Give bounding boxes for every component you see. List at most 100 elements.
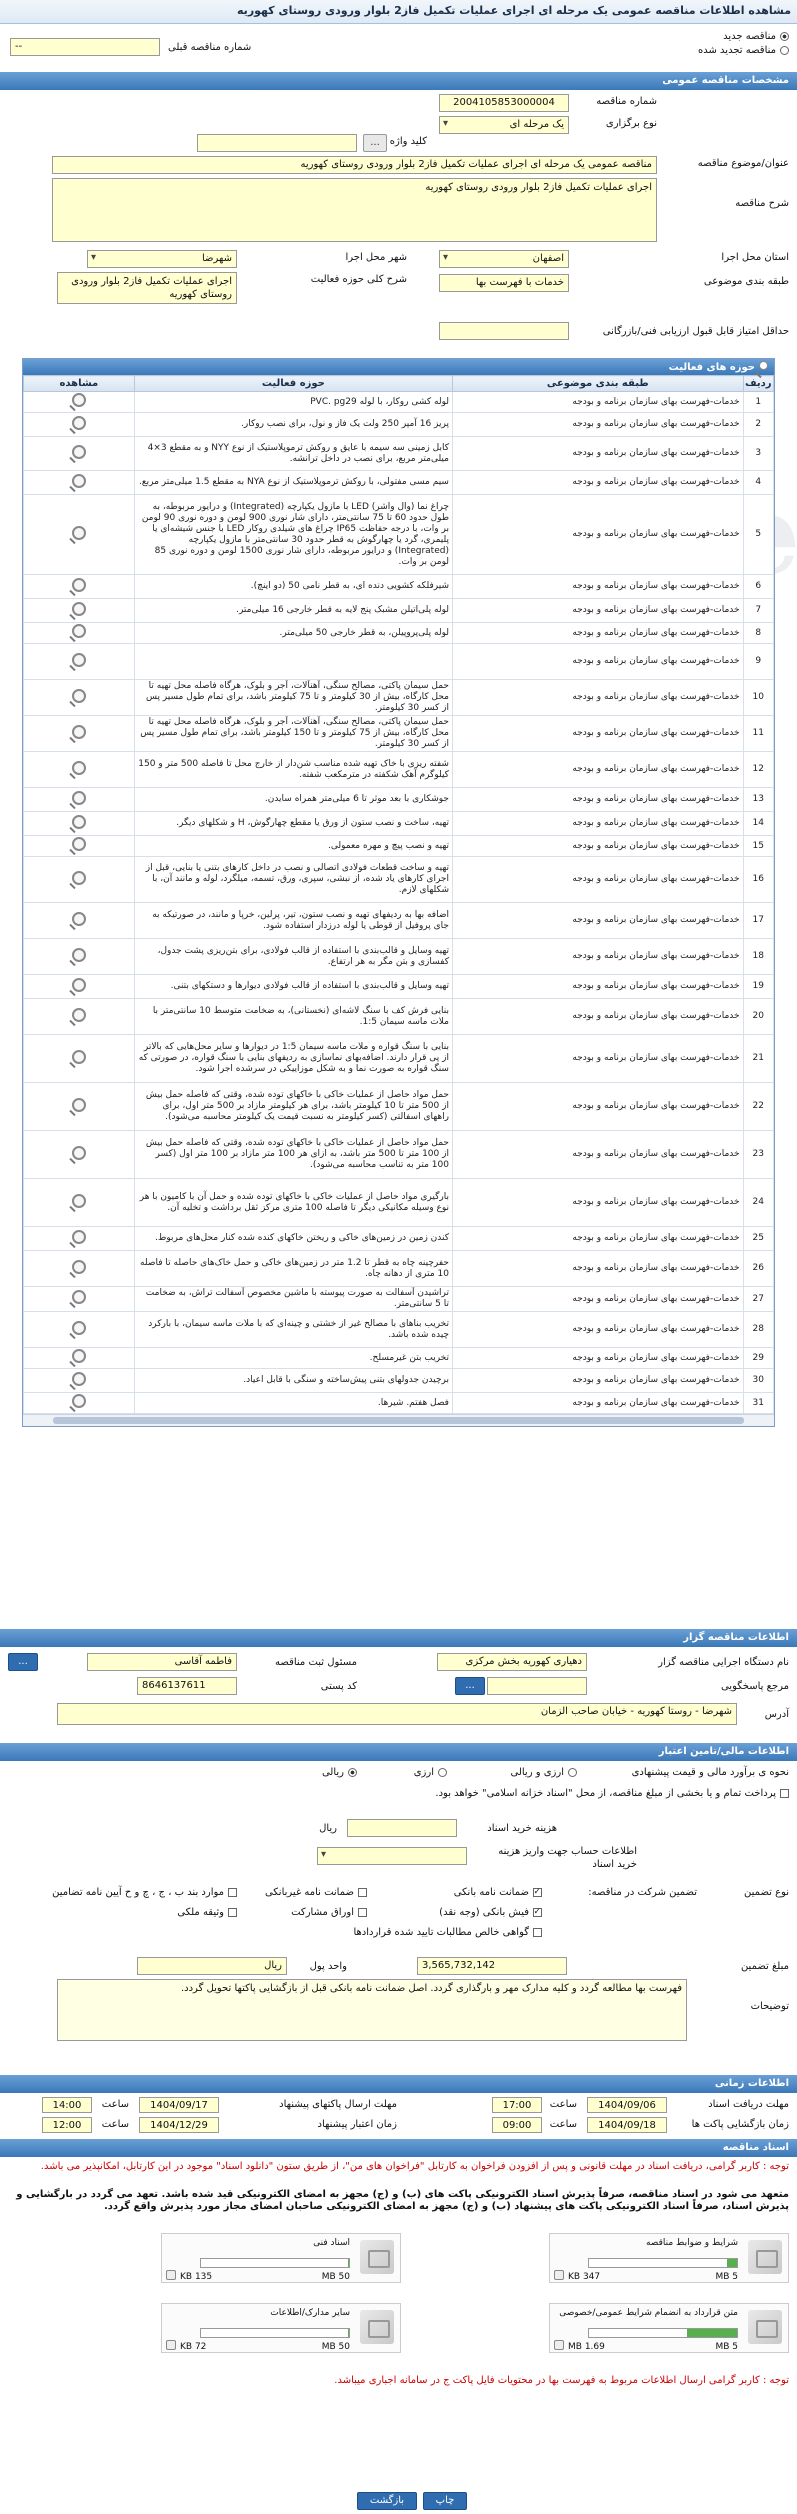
row-view[interactable] <box>23 1082 135 1131</box>
view-icon[interactable] <box>71 688 86 703</box>
view-icon[interactable] <box>71 652 86 667</box>
radio-icon[interactable] <box>348 1767 357 1777</box>
currency-field[interactable]: ریال <box>137 1957 287 1975</box>
guar-opt-7[interactable]: گواهی خالص مطالبات تایید شده قراردادها <box>353 1927 542 1938</box>
responsible-field[interactable]: فاطمه آقاسی <box>87 1653 237 1671</box>
row-view[interactable] <box>23 470 135 495</box>
row-view[interactable] <box>23 643 135 680</box>
checkbox-icon[interactable] <box>780 1788 789 1798</box>
view-icon[interactable] <box>71 790 86 805</box>
view-icon[interactable] <box>71 870 86 885</box>
valid-time-field[interactable]: 12:00 <box>42 2117 92 2133</box>
row-view[interactable] <box>23 751 135 788</box>
send-time-field[interactable]: 14:00 <box>42 2097 92 2113</box>
row-view[interactable] <box>23 1392 135 1414</box>
collapse-icon[interactable] <box>759 361 768 370</box>
row-view[interactable] <box>23 679 135 716</box>
view-icon[interactable] <box>71 1259 86 1274</box>
guar-opt-6[interactable]: وثیقه ملکی <box>177 1907 237 1918</box>
view-icon[interactable] <box>71 601 86 616</box>
org-name-field[interactable]: دهیاری کهوریه بخش مرکزی <box>437 1653 587 1671</box>
row-view[interactable] <box>23 835 135 857</box>
valid-date-field[interactable]: 1404/12/29 <box>139 2117 219 2133</box>
view-icon[interactable] <box>71 1371 86 1386</box>
row-view[interactable] <box>23 622 135 644</box>
responsible-more-button[interactable]: ... <box>8 1653 38 1671</box>
radio-icon[interactable] <box>438 1767 447 1777</box>
estimate-opt-2[interactable]: ارزی <box>414 1767 447 1778</box>
row-view[interactable] <box>23 1226 135 1251</box>
row-view[interactable] <box>23 715 135 752</box>
view-icon[interactable] <box>71 837 86 851</box>
recv-date-field[interactable]: 1404/09/06 <box>587 2097 667 2113</box>
scope-field[interactable]: اجرای عملیات تکمیل فاز2 بلوار ورودی روست… <box>57 272 237 304</box>
view-icon[interactable] <box>71 473 86 488</box>
row-view[interactable] <box>23 574 135 599</box>
prev-tender-select[interactable]: -- <box>10 38 160 56</box>
row-view[interactable] <box>23 938 135 975</box>
view-icon[interactable] <box>71 1229 86 1244</box>
treasury-option[interactable]: پرداخت تمام و یا بخشی از مبلغ مناقصه، از… <box>19 1787 789 1800</box>
type-select[interactable]: یک مرحله ای <box>439 116 569 134</box>
row-view[interactable] <box>23 1286 135 1312</box>
document-icon[interactable] <box>360 2310 394 2344</box>
row-view[interactable] <box>23 787 135 812</box>
radio-icon[interactable] <box>780 45 789 55</box>
view-icon[interactable] <box>71 1320 86 1335</box>
back-button[interactable]: بازگشت <box>357 2492 417 2510</box>
radio-icon[interactable] <box>780 31 789 41</box>
account-select[interactable] <box>317 1847 467 1865</box>
view-icon[interactable] <box>71 814 86 829</box>
download-icon[interactable] <box>554 2270 564 2280</box>
view-icon[interactable] <box>71 393 86 407</box>
document-icon[interactable] <box>748 2240 782 2274</box>
download-icon[interactable] <box>166 2270 176 2280</box>
radio-icon[interactable] <box>568 1767 577 1777</box>
download-icon[interactable] <box>166 2340 176 2350</box>
view-icon[interactable] <box>71 1290 86 1304</box>
row-view[interactable] <box>23 1311 135 1348</box>
doc-item[interactable]: شرایط و ضوابط مناقصه 5 MB 347 KB <box>549 2233 789 2283</box>
row-view[interactable] <box>23 412 135 437</box>
view-icon[interactable] <box>71 1349 86 1363</box>
row-view[interactable] <box>23 811 135 836</box>
reference-more-button[interactable]: ... <box>455 1677 485 1695</box>
view-icon[interactable] <box>71 525 86 540</box>
amount-field[interactable]: 3,565,732,142 <box>417 1957 567 1975</box>
doc-item[interactable]: اسناد فنی 50 MB 135 KB <box>161 2233 401 2283</box>
guar-opt-1[interactable]: ضمانت نامه بانکی <box>454 1887 542 1898</box>
view-icon[interactable] <box>71 724 86 739</box>
row-view[interactable] <box>23 391 135 413</box>
view-icon[interactable] <box>71 1007 86 1022</box>
checkbox-icon[interactable] <box>358 1887 367 1897</box>
row-view[interactable] <box>23 436 135 471</box>
view-icon[interactable] <box>71 444 86 459</box>
city-select[interactable]: شهرضا <box>87 250 237 268</box>
row-view[interactable] <box>23 1034 135 1083</box>
view-icon[interactable] <box>71 1097 86 1112</box>
guar-opt-2[interactable]: ضمانت نامه غیربانکی <box>265 1887 367 1898</box>
row-view[interactable] <box>23 1130 135 1179</box>
tender-number-field[interactable]: 2004105853000004 <box>439 94 569 112</box>
guar-opt-3[interactable]: موارد بند ب ، ج ، چ و ح آیین نامه تضامین <box>52 1887 237 1898</box>
view-icon[interactable] <box>71 1049 86 1064</box>
postal-field[interactable]: 8646137611 <box>137 1677 237 1695</box>
view-icon[interactable] <box>71 1193 86 1208</box>
recv-time-field[interactable]: 17:00 <box>492 2097 542 2113</box>
checkbox-icon[interactable] <box>533 1887 542 1897</box>
min-score-field[interactable] <box>439 322 569 340</box>
description-field[interactable]: اجرای عملیات تکمیل فاز2 بلوار ورودی روست… <box>52 178 657 242</box>
keyword-field[interactable] <box>197 134 357 152</box>
doc-item[interactable]: سایر مدارک/اطلاعات 50 MB 72 KB <box>161 2303 401 2353</box>
reference-field[interactable] <box>487 1677 587 1695</box>
send-date-field[interactable]: 1404/09/17 <box>139 2097 219 2113</box>
guar-opt-5[interactable]: اوراق مشارکت <box>291 1907 367 1918</box>
view-icon[interactable] <box>71 1145 86 1160</box>
view-icon[interactable] <box>71 947 86 962</box>
open-date-field[interactable]: 1404/09/18 <box>587 2117 667 2133</box>
print-button[interactable]: چاپ <box>423 2492 467 2510</box>
row-view[interactable] <box>23 494 135 575</box>
checkbox-icon[interactable] <box>228 1907 237 1917</box>
view-icon[interactable] <box>71 415 86 430</box>
address-field[interactable]: شهرضا - روستا کهوریه - خیابان صاحب الزما… <box>57 1703 737 1725</box>
